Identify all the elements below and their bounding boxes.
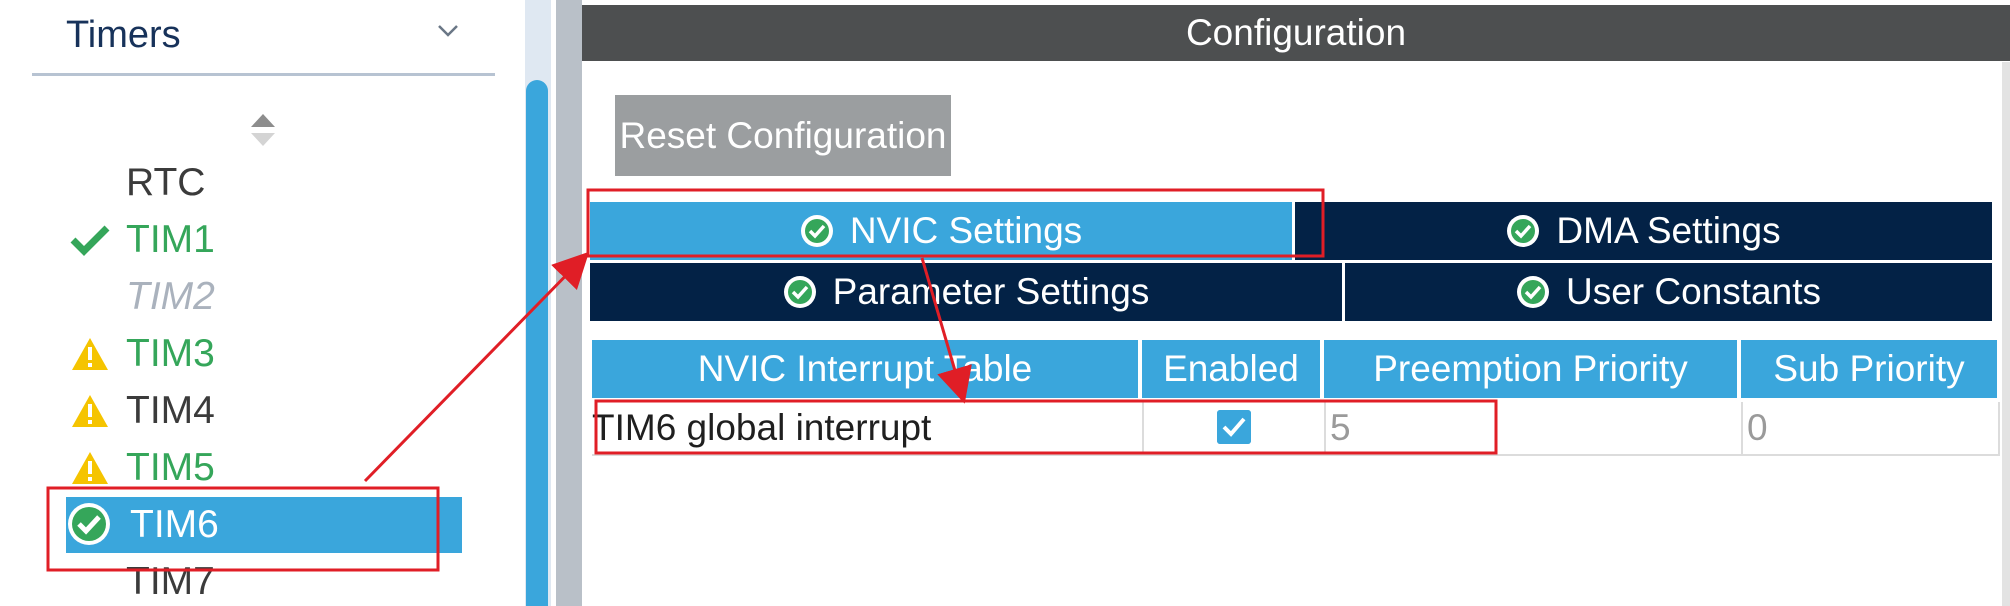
peripheral-tree-panel: Timers RTC TIM1 TIM2 TIM3 TIM4 TIM5 TIM6… xyxy=(0,0,525,606)
sidebar-item-tim5[interactable]: TIM5 xyxy=(66,440,462,496)
category-header[interactable]: Timers xyxy=(32,0,495,76)
tab-label: Parameter Settings xyxy=(832,271,1150,312)
tab-user-constants[interactable]: User Constants xyxy=(1345,263,1992,321)
sidebar-item-tim2[interactable]: TIM2 xyxy=(66,269,462,325)
check-icon xyxy=(70,225,110,256)
warning-icon xyxy=(72,452,108,484)
check-circle-icon xyxy=(800,215,833,247)
sidebar-item-label: TIM3 xyxy=(126,332,215,375)
preemption-priority-cell[interactable]: 5 xyxy=(1324,402,1741,454)
sidebar-item-tim1[interactable]: TIM1 xyxy=(66,212,462,268)
page: Timers RTC TIM1 TIM2 TIM3 TIM4 TIM5 TIM6… xyxy=(0,0,2010,606)
sidebar-item-tim7[interactable]: TIM7 xyxy=(66,554,462,606)
tab-dma-settings[interactable]: DMA Settings xyxy=(1295,202,1992,260)
sidebar-item-tim3[interactable]: TIM3 xyxy=(66,326,462,382)
tab-label: DMA Settings xyxy=(1556,210,1781,251)
enabled-cell xyxy=(1142,402,1324,454)
column-header-preemption-priority[interactable]: Preemption Priority xyxy=(1324,340,1737,398)
sidebar-item-label: RTC xyxy=(126,161,206,204)
sidebar-item-label: TIM4 xyxy=(126,389,215,432)
warning-icon xyxy=(72,338,108,370)
check-circle-icon xyxy=(783,276,816,308)
sidebar-item-tim4[interactable]: TIM4 xyxy=(66,383,462,439)
category-title: Timers xyxy=(66,14,181,56)
column-header-enabled[interactable]: Enabled xyxy=(1142,340,1320,398)
sidebar-item-label: TIM1 xyxy=(126,218,215,261)
tab-label: User Constants xyxy=(1566,271,1821,312)
tab-parameter-settings[interactable]: Parameter Settings xyxy=(590,263,1342,321)
sidebar-item-tim6[interactable]: TIM6 xyxy=(66,497,462,553)
sidebar-item-label: TIM2 xyxy=(126,275,215,318)
tab-label: NVIC Settings xyxy=(849,210,1083,251)
check-circle-icon xyxy=(1507,215,1540,247)
chevron-down-icon[interactable] xyxy=(437,20,459,42)
panel-splitter[interactable] xyxy=(556,0,582,606)
sidebar-item-label: TIM5 xyxy=(126,446,215,489)
enabled-checkbox[interactable] xyxy=(1217,410,1251,444)
sidebar-item-rtc[interactable]: RTC xyxy=(66,155,462,211)
check-circle-icon xyxy=(1517,276,1549,308)
interrupt-name-cell: TIM6 global interrupt xyxy=(592,407,932,448)
configuration-panel: Configuration Reset Configuration NVIC S… xyxy=(582,0,2010,606)
check-circle-icon xyxy=(68,503,110,545)
sidebar-scrollbar-thumb[interactable] xyxy=(526,80,548,606)
table-row[interactable]: TIM6 global interrupt 5 0 xyxy=(592,402,2000,456)
tab-nvic-settings[interactable]: NVIC Settings xyxy=(590,202,1292,260)
sidebar-item-label: TIM7 xyxy=(126,560,215,603)
column-header-interrupt[interactable]: NVIC Interrupt Table xyxy=(592,340,1138,398)
sub-priority-cell[interactable]: 0 xyxy=(1741,402,2000,454)
warning-icon xyxy=(72,395,108,427)
column-header-sub-priority[interactable]: Sub Priority xyxy=(1741,340,1997,398)
reset-configuration-button[interactable]: Reset Configuration xyxy=(615,95,951,176)
table-scrollbar[interactable] xyxy=(2002,62,2010,606)
configuration-title: Configuration xyxy=(582,5,2010,61)
sort-icon[interactable] xyxy=(248,112,278,148)
sidebar-item-label: TIM6 xyxy=(130,503,219,546)
